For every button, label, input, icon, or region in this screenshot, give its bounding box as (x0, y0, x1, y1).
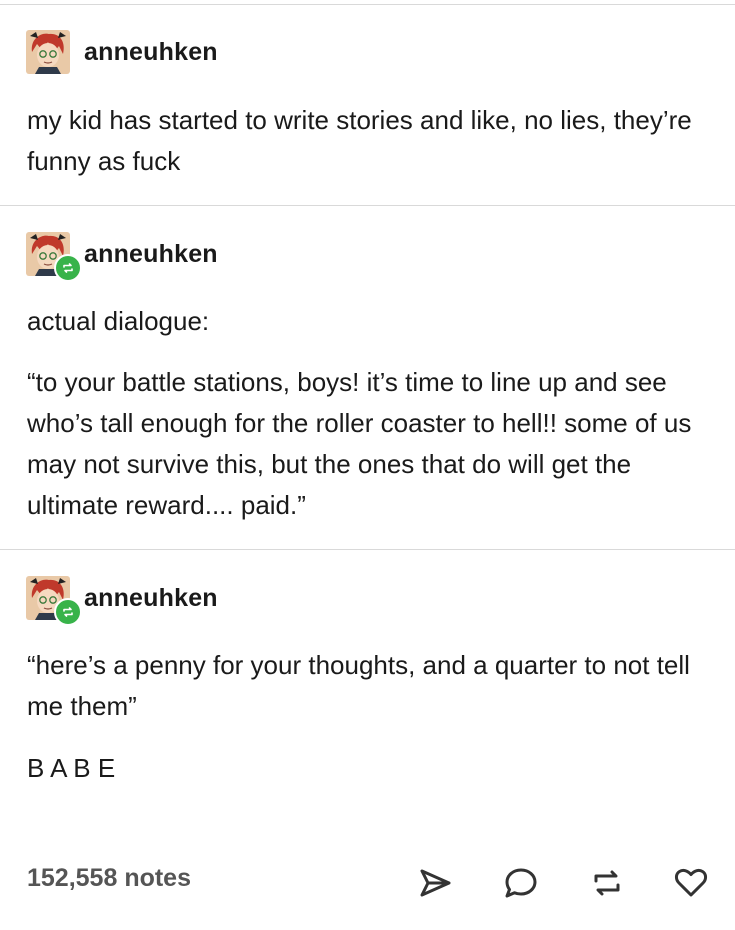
comment-icon[interactable] (502, 864, 540, 902)
avatar[interactable] (26, 232, 82, 282)
post-footer: 152,558 notes (0, 850, 735, 914)
post-text: actual dialogue: (27, 306, 210, 336)
avatar[interactable] (26, 30, 70, 74)
post-divider (0, 549, 735, 550)
post-text: my kid has started to write stories and … (27, 105, 692, 176)
top-divider (0, 4, 735, 5)
post-username[interactable]: anneuhken (84, 38, 218, 67)
reblog-badge-icon (54, 254, 82, 282)
post-header: anneuhken (26, 232, 218, 282)
post-text: “here’s a penny for your thoughts, and a… (27, 650, 690, 721)
post-divider (0, 205, 735, 206)
reblog-badge-icon (54, 598, 82, 626)
post-text: “to your battle stations, boys! it’s tim… (27, 367, 692, 520)
post-username[interactable]: anneuhken (84, 240, 218, 269)
reblog-icon[interactable] (588, 864, 626, 902)
like-icon[interactable] (672, 864, 710, 902)
avatar[interactable] (26, 576, 82, 626)
avatar-image (26, 30, 70, 74)
post-text: B A B E (27, 753, 116, 783)
post-header: anneuhken (26, 576, 218, 626)
post-username[interactable]: anneuhken (84, 584, 218, 613)
send-icon[interactable] (416, 864, 454, 902)
post-header: anneuhken (26, 30, 218, 74)
notes-count[interactable]: 152,558 notes (27, 864, 191, 893)
